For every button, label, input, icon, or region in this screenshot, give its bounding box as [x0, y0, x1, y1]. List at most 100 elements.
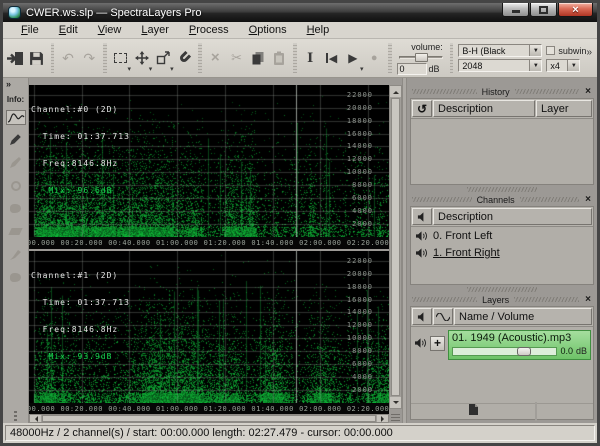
layer-row-0[interactable]: + 01. 1949 (Acoustic).mp3 0.0 dB: [411, 327, 593, 360]
clone-tool-button[interactable]: [6, 200, 26, 217]
menu-help[interactable]: Help: [297, 23, 340, 37]
title-bar[interactable]: CWER.ws.slp — SpectraLayers Pro ×: [3, 3, 597, 22]
menu-file[interactable]: File: [11, 23, 49, 37]
layer-item-selected[interactable]: 01. 1949 (Acoustic).mp3 0.0 dB: [448, 330, 591, 360]
channel-0-view[interactable]: 2200020000180001600014000120001000080006…: [29, 85, 389, 237]
history-panel-titlebar[interactable]: History ×: [410, 85, 594, 98]
drag-handle[interactable]: [412, 89, 477, 94]
channel-row-1[interactable]: 1. Front Right: [411, 244, 593, 261]
view-grip[interactable]: [389, 411, 402, 423]
eraser-tool-button[interactable]: [6, 223, 26, 240]
drag-handle[interactable]: [467, 187, 537, 192]
drag-handle[interactable]: [467, 287, 537, 292]
subwin-checkbox[interactable]: subwin: [546, 46, 586, 56]
import-button[interactable]: [5, 44, 26, 72]
scroll-up-button[interactable]: [390, 86, 401, 97]
skip-start-button[interactable]: ◀: [321, 44, 342, 72]
drag-handle[interactable]: [520, 197, 580, 202]
scroll-right-button[interactable]: [377, 415, 388, 422]
layer-volume-track[interactable]: [452, 347, 557, 356]
vertical-scrollbar-track[interactable]: [390, 97, 401, 397]
chevron-down-icon[interactable]: ▼: [529, 45, 541, 56]
copy-button[interactable]: [247, 44, 268, 72]
redo-button[interactable]: ↷: [79, 44, 100, 72]
chevron-down-icon[interactable]: ▼: [567, 60, 579, 71]
smudge-tool-button[interactable]: [6, 269, 26, 286]
layers-panel-titlebar[interactable]: Layers ×: [410, 293, 594, 306]
info-display-icon[interactable]: [6, 110, 26, 125]
undo-icon: ↶: [62, 50, 74, 67]
expand-layer-button[interactable]: +: [430, 336, 445, 351]
history-column-description[interactable]: Description: [433, 100, 535, 117]
channel-row-0[interactable]: 0. Front Left: [411, 227, 593, 244]
layers-wave-icon[interactable]: [433, 308, 453, 325]
horizontal-scrollbar-thumb[interactable]: [42, 415, 376, 422]
channel-mute-toggle[interactable]: [415, 231, 428, 241]
drag-handle[interactable]: [515, 89, 580, 94]
picker-tool-button[interactable]: [6, 131, 26, 148]
drag-handle[interactable]: [514, 297, 579, 302]
chevron-down-icon[interactable]: ▼: [529, 60, 541, 71]
panel-splitter[interactable]: [410, 185, 594, 193]
horizontal-scrollbar[interactable]: [29, 414, 389, 423]
amplify-tool-button[interactable]: [6, 246, 26, 263]
history-panel-close-button[interactable]: ×: [584, 87, 592, 96]
fft-size-select[interactable]: 2048▼: [458, 59, 542, 72]
menu-process[interactable]: Process: [179, 23, 239, 37]
record-button[interactable]: ●: [364, 44, 385, 72]
channels-panel-titlebar[interactable]: Channels ×: [410, 193, 594, 206]
toolstrip-grip[interactable]: [14, 411, 17, 421]
channels-speaker-icon[interactable]: [412, 208, 432, 225]
panel-splitter[interactable]: [410, 285, 594, 293]
delete-layer-button[interactable]: [535, 403, 537, 421]
layer-mute-toggle[interactable]: [414, 338, 427, 348]
transform-tool-button[interactable]: ▾: [152, 44, 173, 72]
undo-button[interactable]: ↶: [57, 44, 78, 72]
maximize-button[interactable]: [530, 3, 557, 17]
close-button[interactable]: ×: [558, 3, 593, 17]
cursor-tool-button[interactable]: I: [300, 44, 321, 72]
volume-slider[interactable]: [397, 53, 445, 62]
delete-button[interactable]: ×: [205, 44, 226, 72]
save-button[interactable]: [26, 44, 47, 72]
layers-panel-close-button[interactable]: ×: [584, 295, 592, 304]
history-undo-icon[interactable]: ↺: [412, 100, 432, 117]
move-tool-button[interactable]: ▾: [131, 44, 152, 72]
channels-column-description[interactable]: Description: [433, 208, 592, 225]
drag-handle[interactable]: [412, 297, 477, 302]
layers-column-name-volume[interactable]: Name / Volume: [454, 308, 592, 325]
cursor-mix-level: Mix:-96.6dB: [31, 186, 130, 195]
layers-speaker-icon[interactable]: [412, 308, 432, 325]
vertical-scrollbar-thumb[interactable]: [391, 98, 400, 396]
paste-button[interactable]: [269, 44, 290, 72]
play-button[interactable]: ▶▾: [342, 44, 363, 72]
menu-view[interactable]: View: [88, 23, 132, 37]
scroll-down-button[interactable]: [390, 397, 401, 408]
volume-slider-thumb[interactable]: [415, 53, 428, 62]
menu-layer[interactable]: Layer: [131, 23, 179, 37]
drag-handle[interactable]: [412, 197, 472, 202]
menu-edit[interactable]: Edit: [49, 23, 88, 37]
new-layer-button[interactable]: [468, 403, 479, 421]
scroll-left-button[interactable]: [30, 415, 41, 422]
zoom-factor-select[interactable]: x4▼: [546, 59, 580, 72]
toolbar-overflow-button[interactable]: »: [586, 47, 595, 70]
minimize-button[interactable]: [502, 3, 529, 17]
cut-button[interactable]: ✂: [226, 44, 247, 72]
magnet-tool-button[interactable]: [174, 44, 195, 72]
rectangle-select-tool-button[interactable]: ▾: [110, 44, 131, 72]
layer-volume-slider[interactable]: 0.0 dB: [452, 346, 587, 356]
fft-window-select[interactable]: B-H (Black▼: [458, 44, 542, 57]
menu-options[interactable]: Options: [239, 23, 297, 37]
toolstrip-overflow-button[interactable]: »: [3, 79, 11, 89]
area-tool-button[interactable]: [6, 177, 26, 194]
channel-mute-toggle[interactable]: [415, 248, 428, 258]
harmonics-tool-button[interactable]: [6, 154, 26, 171]
layer-volume-thumb[interactable]: [517, 347, 531, 356]
volume-value-field[interactable]: 0: [397, 63, 427, 75]
vertical-scrollbar[interactable]: [389, 85, 402, 409]
channels-panel-close-button[interactable]: ×: [584, 195, 592, 204]
history-column-layer[interactable]: Layer: [536, 100, 592, 117]
history-list[interactable]: [411, 119, 593, 184]
channel-1-view[interactable]: 2200020000180001600014000120001000080006…: [29, 251, 389, 403]
